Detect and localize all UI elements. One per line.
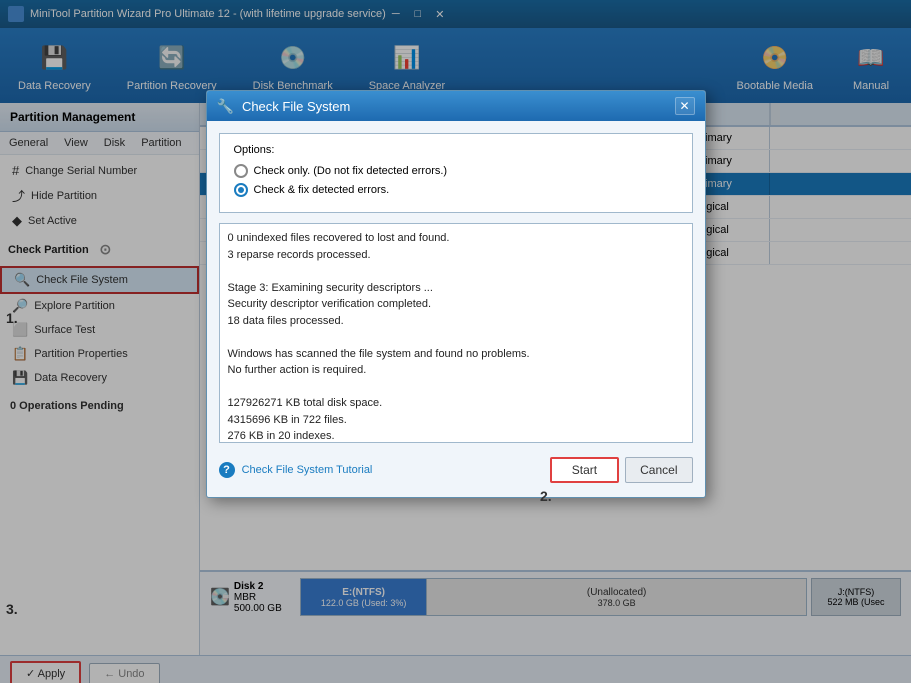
modal-start-button[interactable]: Start bbox=[550, 457, 619, 483]
log-line-5: 18 data files processed. bbox=[228, 313, 684, 330]
modal-header-icon: 🔧 bbox=[217, 98, 234, 115]
modal-footer-buttons: Start Cancel bbox=[550, 457, 693, 483]
modal-help-link[interactable]: Check File System Tutorial bbox=[235, 464, 373, 476]
modal-header: 🔧 Check File System ✕ bbox=[207, 91, 705, 121]
log-line-6: Windows has scanned the file system and … bbox=[228, 346, 684, 363]
modal-log: 0 unindexed files recovered to lost and … bbox=[219, 223, 693, 443]
log-line-10: 276 KB in 20 indexes. bbox=[228, 428, 684, 443]
log-line-2: 3 reparse records processed. bbox=[228, 247, 684, 264]
modal-overlay: 🔧 Check File System ✕ Options: Check onl… bbox=[0, 0, 911, 683]
modal-cancel-button[interactable]: Cancel bbox=[625, 457, 692, 483]
modal-close-button[interactable]: ✕ bbox=[675, 97, 695, 115]
radio-check-fix-outer bbox=[234, 183, 248, 197]
annotation-2: 2. bbox=[540, 488, 552, 504]
modal-footer: ? Check File System Tutorial Start Cance… bbox=[219, 453, 693, 485]
modal-help-icon: ? bbox=[219, 462, 235, 478]
log-line-7: No further action is required. bbox=[228, 362, 684, 379]
modal-options: Options: Check only. (Do not fix detecte… bbox=[219, 133, 693, 213]
radio-check-fix-inner bbox=[238, 187, 244, 193]
log-line-4: Security descriptor verification complet… bbox=[228, 296, 684, 313]
radio-check-only-outer bbox=[234, 164, 248, 178]
modal-body: Options: Check only. (Do not fix detecte… bbox=[207, 121, 705, 497]
log-line-9: 4315696 KB in 722 files. bbox=[228, 412, 684, 429]
log-line-8: 127926271 KB total disk space. bbox=[228, 395, 684, 412]
radio-check-fix-label: Check & fix detected errors. bbox=[254, 184, 390, 196]
check-file-system-modal: 🔧 Check File System ✕ Options: Check onl… bbox=[206, 90, 706, 498]
modal-options-title: Options: bbox=[234, 144, 678, 156]
modal-help-link-label: Check File System Tutorial bbox=[242, 464, 373, 476]
radio-check-fix[interactable]: Check & fix detected errors. bbox=[234, 183, 678, 197]
modal-header-title: Check File System bbox=[242, 99, 675, 114]
radio-check-only-label: Check only. (Do not fix detected errors.… bbox=[254, 165, 448, 177]
log-line-1: 0 unindexed files recovered to lost and … bbox=[228, 230, 684, 247]
log-line-3: Stage 3: Examining security descriptors … bbox=[228, 280, 684, 297]
radio-check-only[interactable]: Check only. (Do not fix detected errors.… bbox=[234, 164, 678, 178]
